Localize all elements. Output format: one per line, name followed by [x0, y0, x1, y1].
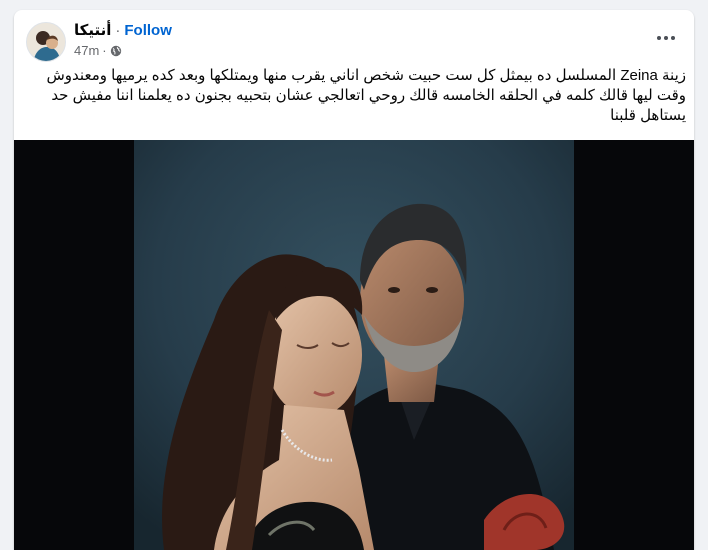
photo-image: [14, 140, 694, 550]
author-name[interactable]: أنتيكا: [74, 21, 111, 39]
post-photo[interactable]: [14, 140, 694, 550]
author-row: أنتيكا · Follow: [74, 21, 172, 40]
post-card: أنتيكا · Follow 47m · زينة Zeina المسلسل…: [14, 10, 694, 550]
follow-button[interactable]: Follow: [124, 22, 172, 39]
post-meta: 47m ·: [74, 43, 122, 58]
avatar-image: [27, 23, 65, 61]
more-options-icon[interactable]: [652, 28, 680, 48]
globe-icon: [110, 45, 122, 57]
page-avatar[interactable]: [26, 22, 66, 62]
separator-dot: ·: [115, 21, 121, 39]
post-header: أنتيكا · Follow 47m ·: [14, 10, 694, 70]
post-text: زينة Zeina المسلسل ده بيمثل كل ست حبيت ش…: [46, 67, 687, 124]
post-timestamp[interactable]: 47m: [74, 43, 99, 58]
meta-separator: ·: [102, 43, 107, 58]
